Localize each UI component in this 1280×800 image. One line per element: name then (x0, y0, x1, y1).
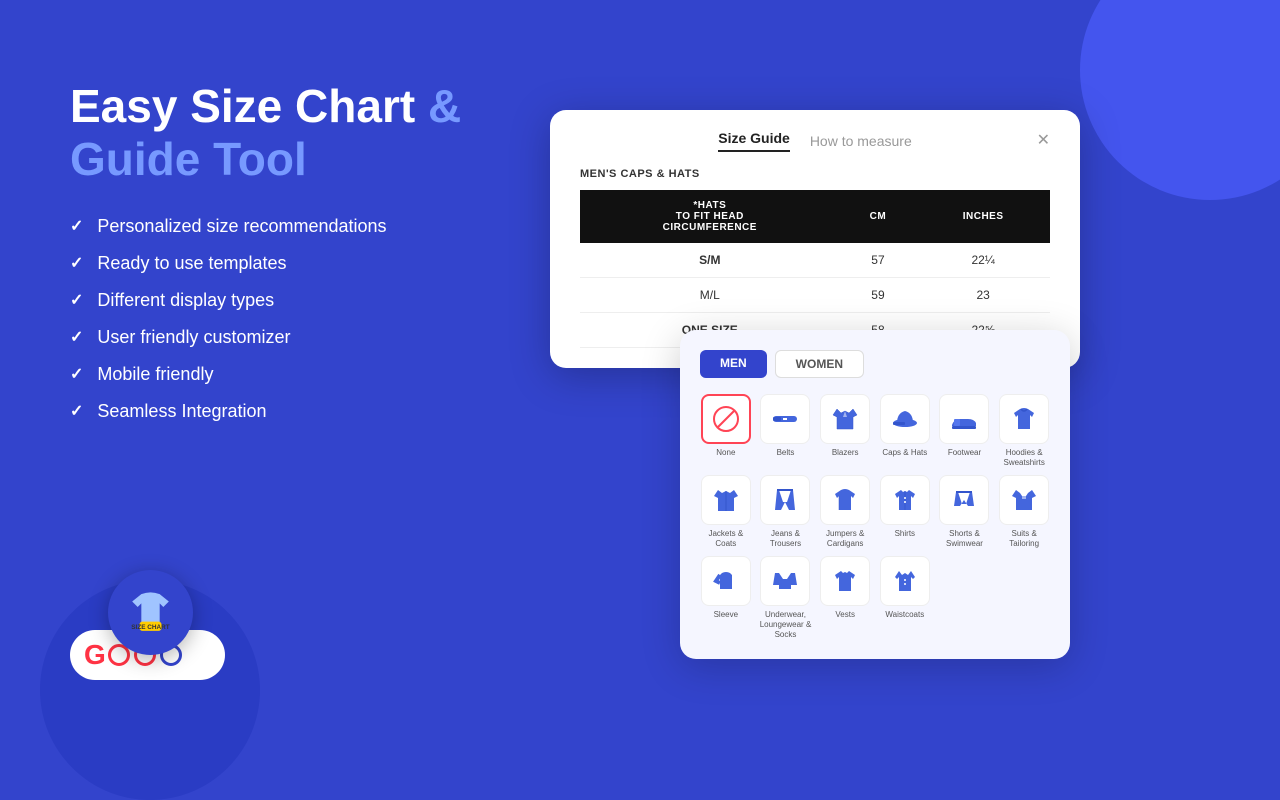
category-suits[interactable]: Suits & Tailoring (998, 475, 1050, 548)
category-waistcoats-label: Waistcoats (885, 610, 924, 620)
feature-label: Personalized size recommendations (97, 216, 386, 237)
feature-item: ✓ Seamless Integration (70, 401, 530, 422)
size-cell: M/L (580, 278, 840, 313)
category-blazers-label: Blazers (832, 448, 859, 458)
category-icon-underwear (760, 556, 810, 606)
headline-ampersand: & (428, 80, 461, 132)
product-title: MEN'S CAPS & HATS (580, 168, 1050, 180)
category-waistcoats[interactable]: Waistcoats (879, 556, 931, 639)
check-icon: ✓ (70, 216, 83, 236)
category-jumpers[interactable]: Jumpers & Cardigans (819, 475, 871, 548)
right-panel: Size Guide How to measure ✕ MEN'S CAPS &… (520, 0, 1280, 720)
left-panel: Easy Size Chart & Guide Tool ✓ Personali… (70, 80, 530, 438)
category-icon-footwear (939, 394, 989, 444)
cm-cell: 57 (840, 243, 917, 278)
check-icon: ✓ (70, 364, 83, 384)
category-shorts-label: Shorts & Swimwear (939, 529, 991, 548)
inches-cell: 22¼ (916, 243, 1050, 278)
size-table: *HATSTO FIT HEADCIRCUMFERENCE CM INCHES … (580, 190, 1050, 348)
features-list: ✓ Personalized size recommendations ✓ Re… (70, 216, 530, 422)
category-sleeve-label: Sleeve (714, 610, 738, 620)
category-jeans[interactable]: Jeans & Trousers (760, 475, 812, 548)
category-shirts[interactable]: Shirts (879, 475, 931, 548)
category-icon-jackets (701, 475, 751, 525)
category-footwear[interactable]: Footwear (939, 394, 991, 467)
category-underwear[interactable]: Underwear, Loungewear & Socks (760, 556, 812, 639)
tab-how-to-measure[interactable]: How to measure (810, 133, 912, 149)
table-header-cm: CM (840, 190, 917, 243)
category-icon-none (701, 394, 751, 444)
category-jackets[interactable]: Jackets & Coats (700, 475, 752, 548)
table-header-inches: INCHES (916, 190, 1050, 243)
category-grid: None Belts (700, 394, 1050, 639)
cm-cell: 59 (840, 278, 917, 313)
category-caps[interactable]: Caps & Hats (879, 394, 931, 467)
check-icon: ✓ (70, 401, 83, 421)
category-blazers[interactable]: Blazers (819, 394, 871, 467)
tab-size-guide[interactable]: Size Guide (718, 130, 790, 152)
tab-women[interactable]: WOMEN (775, 350, 864, 378)
category-card: MEN WOMEN None (680, 330, 1070, 659)
category-footwear-label: Footwear (948, 448, 981, 458)
feature-item: ✓ Mobile friendly (70, 364, 530, 385)
category-none[interactable]: None (700, 394, 752, 467)
feature-item: ✓ Ready to use templates (70, 253, 530, 274)
category-hoodies-label: Hoodies & Sweatshirts (998, 448, 1050, 467)
category-icon-belts (760, 394, 810, 444)
feature-label: User friendly customizer (97, 327, 290, 348)
close-button[interactable]: ✕ (1037, 130, 1050, 150)
feature-label: Different display types (97, 290, 274, 311)
card-header: Size Guide How to measure ✕ (580, 130, 1050, 152)
category-icon-sleeve (701, 556, 751, 606)
category-hoodies[interactable]: Hoodies & Sweatshirts (998, 394, 1050, 467)
category-caps-label: Caps & Hats (882, 448, 927, 458)
svg-text:SIZE CHART: SIZE CHART (131, 624, 170, 631)
feature-item: ✓ Personalized size recommendations (70, 216, 530, 237)
inches-cell: 23 (916, 278, 1050, 313)
category-underwear-label: Underwear, Loungewear & Socks (760, 610, 812, 639)
category-icon-vests (820, 556, 870, 606)
feature-item: ✓ Different display types (70, 290, 530, 311)
feature-item: ✓ User friendly customizer (70, 327, 530, 348)
headline-white: Easy Size Chart (70, 80, 428, 132)
shirt-svg: SIZE CHART (123, 585, 178, 640)
category-none-label: None (716, 448, 735, 458)
category-shirts-label: Shirts (895, 529, 915, 539)
category-belts[interactable]: Belts (760, 394, 812, 467)
headline: Easy Size Chart & Guide Tool (70, 80, 530, 186)
headline-blue: Guide Tool (70, 133, 307, 185)
check-icon: ✓ (70, 290, 83, 310)
category-icon-hoodies (999, 394, 1049, 444)
table-row: M/L 59 23 (580, 278, 1050, 313)
category-suits-label: Suits & Tailoring (998, 529, 1050, 548)
feature-label: Ready to use templates (97, 253, 286, 274)
feature-label: Seamless Integration (97, 401, 266, 422)
feature-label: Mobile friendly (97, 364, 213, 385)
category-sleeve[interactable]: Sleeve (700, 556, 752, 639)
category-icon-shirts (880, 475, 930, 525)
category-icon-suits (999, 475, 1049, 525)
check-icon: ✓ (70, 253, 83, 273)
category-vests[interactable]: Vests (819, 556, 871, 639)
category-icon-jeans (760, 475, 810, 525)
logo-letter: G (84, 639, 106, 671)
check-icon: ✓ (70, 327, 83, 347)
category-shorts[interactable]: Shorts & Swimwear (939, 475, 991, 548)
category-icon-shorts (939, 475, 989, 525)
category-jumpers-label: Jumpers & Cardigans (819, 529, 871, 548)
category-jeans-label: Jeans & Trousers (760, 529, 812, 548)
table-row: S/M 57 22¼ (580, 243, 1050, 278)
category-icon-waistcoats (880, 556, 930, 606)
size-cell: S/M (580, 243, 840, 278)
table-header-size: *HATSTO FIT HEADCIRCUMFERENCE (580, 190, 840, 243)
gender-tabs: MEN WOMEN (700, 350, 1050, 378)
category-icon-caps (880, 394, 930, 444)
floating-shirt-bubble: SIZE CHART (108, 570, 193, 655)
category-vests-label: Vests (835, 610, 855, 620)
category-icon-blazers (820, 394, 870, 444)
category-belts-label: Belts (777, 448, 795, 458)
tab-men[interactable]: MEN (700, 350, 767, 378)
category-jackets-label: Jackets & Coats (700, 529, 752, 548)
category-icon-jumpers (820, 475, 870, 525)
